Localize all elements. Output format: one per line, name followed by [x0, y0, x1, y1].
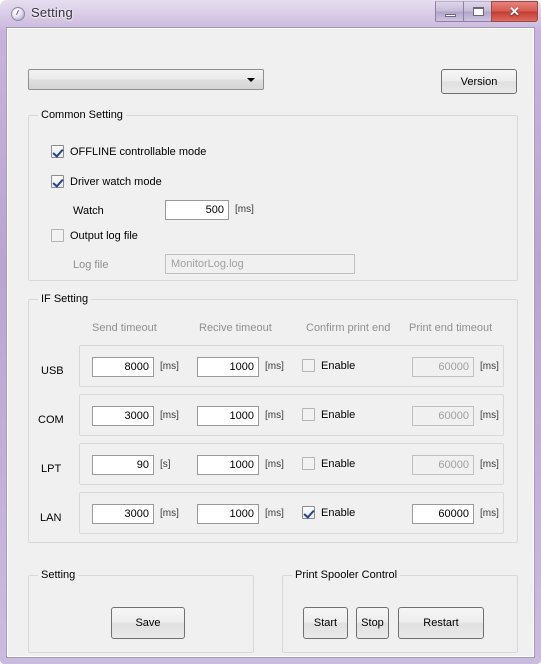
lpt-recive-timeout-input[interactable]: 1000: [197, 455, 259, 475]
window-title: Setting: [31, 5, 73, 20]
usb-recive-timeout-unit: [ms]: [265, 361, 284, 372]
table-row: 8000 [ms] 1000 [ms] Enable 60000 [ms]: [79, 345, 504, 387]
checkbox-box: [51, 175, 64, 188]
usb-send-timeout-input[interactable]: 8000: [92, 357, 154, 377]
table-row: 3000 [ms] 1000 [ms] Enable 60000 [ms]: [79, 492, 504, 534]
version-button[interactable]: Version: [441, 69, 517, 94]
com-recive-timeout-unit: [ms]: [265, 410, 284, 421]
table-row: 90 [s] 1000 [ms] Enable 60000 [ms]: [79, 443, 504, 485]
minimize-icon: [445, 14, 456, 17]
row-label-lan: LAN: [40, 512, 62, 524]
row-label-com: COM: [38, 414, 64, 426]
com-send-timeout-input[interactable]: 3000: [92, 406, 154, 426]
offline-controllable-mode-checkbox[interactable]: OFFLINE controllable mode: [51, 145, 206, 158]
print-spooler-control-legend: Print Spooler Control: [292, 569, 401, 581]
window-controls: ✕: [435, 1, 538, 22]
close-button[interactable]: ✕: [491, 1, 538, 22]
checkbox-box: [302, 359, 315, 372]
row-label-usb: USB: [41, 365, 64, 377]
usb-enable-label: Enable: [321, 359, 356, 372]
column-header-confirm-print-end: Confirm print end: [306, 322, 391, 334]
lpt-recive-timeout-unit: [ms]: [265, 459, 284, 470]
checkbox-box: [302, 408, 315, 421]
lan-print-end-timeout-input[interactable]: 60000: [412, 504, 474, 524]
output-log-file-checkbox[interactable]: Output log file: [51, 229, 138, 242]
common-setting-group: Common Setting OFFLINE controllable mode…: [28, 109, 518, 281]
watch-unit: [ms]: [235, 204, 254, 215]
lpt-print-end-timeout-unit: [ms]: [480, 459, 499, 470]
if-setting-legend: IF Setting: [38, 293, 92, 305]
com-print-end-timeout-input[interactable]: 60000: [412, 406, 474, 426]
common-setting-legend: Common Setting: [38, 109, 126, 121]
row-label-lpt: LPT: [41, 463, 62, 475]
print-spooler-control-group: Print Spooler Control Start Stop Restart: [282, 569, 518, 653]
lan-enable-label: Enable: [321, 506, 356, 519]
spooler-stop-button[interactable]: Stop: [356, 607, 389, 639]
setting-window: Setting ✕ Version Common Setting OFFLINE…: [0, 0, 541, 664]
output-log-file-label: Output log file: [70, 229, 138, 242]
spooler-restart-button[interactable]: Restart: [398, 607, 484, 639]
dialog-client-area: Version Common Setting OFFLINE controlla…: [6, 27, 535, 658]
column-header-send-timeout: Send timeout: [92, 322, 157, 334]
lan-confirm-print-end-checkbox[interactable]: Enable: [302, 506, 355, 519]
lpt-send-timeout-unit: [s]: [160, 459, 171, 470]
usb-recive-timeout-input[interactable]: 1000: [197, 357, 259, 377]
lpt-confirm-print-end-checkbox[interactable]: Enable: [302, 457, 355, 470]
close-icon: ✕: [509, 4, 520, 19]
column-header-print-end-timeout: Print end timeout: [409, 322, 493, 334]
usb-confirm-print-end-checkbox[interactable]: Enable: [302, 359, 355, 372]
lpt-send-timeout-input[interactable]: 90: [92, 455, 154, 475]
clock-icon: [11, 7, 25, 21]
lan-recive-timeout-input[interactable]: 1000: [197, 504, 259, 524]
usb-print-end-timeout-unit: [ms]: [480, 361, 499, 372]
com-send-timeout-unit: [ms]: [160, 410, 179, 421]
setting-group-legend: Setting: [38, 569, 79, 581]
printer-select[interactable]: [28, 69, 264, 90]
minimize-button[interactable]: [435, 1, 464, 22]
log-file-input[interactable]: MonitorLog.log: [165, 254, 355, 274]
com-print-end-timeout-unit: [ms]: [480, 410, 499, 421]
setting-group: Setting Save: [28, 569, 254, 653]
checkbox-box: [302, 457, 315, 470]
checkbox-box: [51, 145, 64, 158]
com-confirm-print-end-checkbox[interactable]: Enable: [302, 408, 355, 421]
offline-controllable-mode-label: OFFLINE controllable mode: [70, 145, 207, 158]
checkbox-box: [51, 229, 64, 242]
table-row: 3000 [ms] 1000 [ms] Enable 60000 [ms]: [79, 394, 504, 436]
lpt-enable-label: Enable: [321, 457, 356, 470]
maximize-icon: [473, 7, 484, 16]
lpt-print-end-timeout-input[interactable]: 60000: [412, 455, 474, 475]
if-setting-group: IF Setting Send timeout Recive timeout C…: [28, 293, 518, 543]
com-recive-timeout-input[interactable]: 1000: [197, 406, 259, 426]
maximize-button[interactable]: [463, 1, 492, 22]
lan-print-end-timeout-unit: [ms]: [480, 508, 499, 519]
watch-input[interactable]: 500: [165, 200, 229, 220]
column-header-recive-timeout: Recive timeout: [199, 322, 272, 334]
driver-watch-mode-label: Driver watch mode: [70, 175, 162, 188]
watch-label: Watch: [73, 205, 104, 217]
lan-send-timeout-unit: [ms]: [160, 508, 179, 519]
chevron-down-icon: [247, 78, 255, 82]
com-enable-label: Enable: [321, 408, 356, 421]
lan-recive-timeout-unit: [ms]: [265, 508, 284, 519]
lan-send-timeout-input[interactable]: 3000: [92, 504, 154, 524]
log-file-label: Log file: [73, 259, 109, 271]
save-button[interactable]: Save: [111, 607, 185, 639]
usb-send-timeout-unit: [ms]: [160, 361, 179, 372]
driver-watch-mode-checkbox[interactable]: Driver watch mode: [51, 175, 162, 188]
usb-print-end-timeout-input[interactable]: 60000: [412, 357, 474, 377]
spooler-start-button[interactable]: Start: [303, 607, 348, 639]
checkbox-box: [302, 506, 315, 519]
title-bar[interactable]: Setting ✕: [0, 0, 541, 28]
